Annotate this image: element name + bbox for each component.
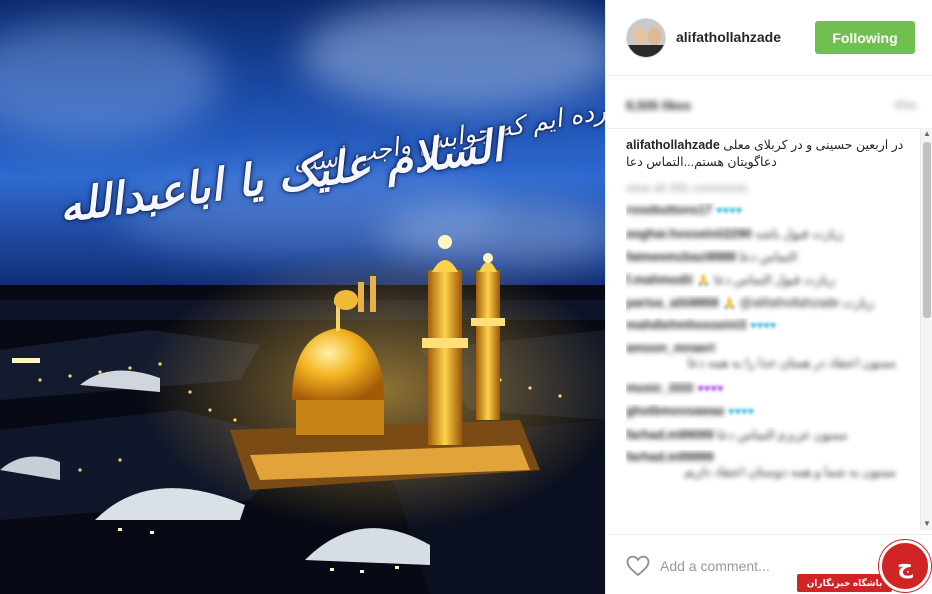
comment-username[interactable]: parisa_aliii8858 [626,296,718,310]
scroll-down-arrow-icon[interactable]: ▼ [921,518,932,530]
post-image[interactable]: بر سختی دخوش کرده ایم که جوابش واجب است … [0,0,605,594]
comment-text: زیارت قبول التماس دعا [713,273,835,287]
comment-item: music_iiiiiii ♥♥♥♥ [626,381,916,404]
comment-item: farhad.m99999 ممنون به شما و همه دوستان … [626,450,916,490]
shrine-illustration [0,235,605,594]
comment-username[interactable]: f.mahmodii [626,273,693,287]
comment-text: التماس دعا [739,250,797,264]
likes-count[interactable]: 8,505 likes [626,98,691,113]
comment-item: asghar.hosseinii2290 زیارت قبول باشه [626,226,916,249]
comment-item: mahdiehmhosseini3 ♥♥♥♥ [626,318,916,341]
comment-emoji: ♥♥♥♥ [727,406,755,418]
comments-scrollbar[interactable]: ▲ ▼ [920,128,932,530]
comment-username[interactable]: farhad.m99099 [626,428,714,442]
comment-item: amoon_mnaeri ممنون اعتقاد در همتان خدا ر… [626,341,916,381]
comment-text: @alifathollahzade زیارت [739,296,874,310]
post-header: alifathollahzade Following [606,0,932,76]
comment-list: rosebuttons17 ♥♥♥♥ asghar.hosseinii2290 زی… [626,203,916,490]
caption-username[interactable]: alifathollahzade [626,138,720,152]
watermark-logo: باشگاه خبرنگاران ج [797,540,932,594]
heart-icon[interactable] [626,555,650,577]
view-all-comments-link[interactable]: view all 265 comments [626,181,747,195]
comment-text: ممنون به شما و همه دوستان اعتقاد داریم [684,465,896,479]
comment-username[interactable]: mahdiehmhosseini3 [626,318,746,332]
comment-item: parisa_aliii8858 🙏 @alifathollahzade زیار… [626,295,916,318]
comment-text: زیارت قبول باشه [755,227,844,241]
comment-username[interactable]: rosebuttons17 [626,203,712,217]
comment-username[interactable]: ghotbmovsawaa [626,404,724,418]
comment-emoji: ♥♥♥♥ [716,205,743,217]
post-caption: alifathollahzade در اربعین حسینی و در کر… [626,137,918,171]
username-link[interactable]: alifathollahzade [676,29,781,45]
comment-username[interactable]: asghar.hosseinii2290 [626,227,752,241]
comment-item: f.mahmodii 🙏 زیارت قبول التماس دعا [626,272,916,295]
scroll-thumb[interactable] [923,142,931,318]
watermark-circle-icon: ج [879,540,931,592]
post-stats: 8,505 likes 40w [626,95,916,117]
comment-emoji: 🙏 [696,275,711,287]
comment-item: farhad.m99099 ممنون عزیزم التماس دعا [626,427,916,450]
watermark-label: باشگاه خبرنگاران [797,574,892,592]
comment-username[interactable]: music_iiiiiii [626,381,693,395]
comment-username[interactable]: farhad.m99999 [626,450,714,464]
watermark-glyph: ج [897,553,913,578]
comment-emoji: ♥♥♥♥ [697,383,724,395]
comment-item: fatmeemzbazi8988 التماس دعا [626,249,916,272]
comments-section: alifathollahzade در اربعین حسینی و در کر… [606,128,920,528]
comment-username[interactable]: amoon_mnaeri [626,341,715,355]
comment-emoji: ♥♥♥♥ [750,320,777,332]
comment-text: ممنون عزیزم التماس دعا [717,428,848,442]
comment-item: rosebuttons17 ♥♥♥♥ [626,203,916,226]
comment-emoji: 🙏 [722,298,737,310]
comment-username[interactable]: fatmeemzbazi8988 [626,250,736,264]
comment-text: ممنون اعتقاد در همتان خدا را به همه دعا [687,356,896,370]
post-side-panel: alifathollahzade Following 8,505 likes 4… [605,0,932,594]
comment-item: ghotbmovsawaa ♥♥♥♥ [626,404,916,427]
following-button[interactable]: Following [815,21,915,54]
scroll-up-arrow-icon[interactable]: ▲ [921,128,932,140]
post-age[interactable]: 40w [894,98,916,112]
avatar[interactable] [626,18,666,58]
